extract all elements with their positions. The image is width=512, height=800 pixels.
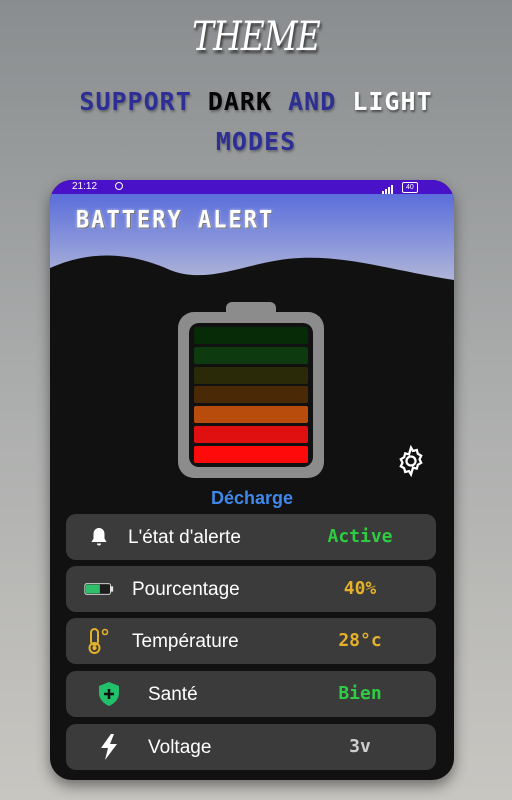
battery-cells xyxy=(189,323,313,467)
battery-cell xyxy=(194,327,308,344)
battery-cell xyxy=(194,366,308,384)
gear-icon xyxy=(399,444,423,478)
promo-subtitle: SUPPORT DARK AND LIGHT MODES xyxy=(40,82,472,162)
charge-status-label: Décharge xyxy=(210,488,294,508)
row-label: Santé xyxy=(148,684,198,705)
thermometer-icon xyxy=(84,626,114,656)
row-value: Active xyxy=(327,526,393,547)
promo-word-light: LIGHT xyxy=(352,87,433,116)
row-label: Pourcentage xyxy=(132,579,240,600)
phone-screen: 21:12 40 BATTERY ALERT Décharge L'état d… xyxy=(50,180,454,780)
lightning-icon xyxy=(94,732,124,762)
row-label: Température xyxy=(132,631,239,652)
promo-word-dark: DARK xyxy=(207,87,273,116)
battery-icon xyxy=(84,574,114,604)
row-label: L'état d'alerte xyxy=(128,527,241,548)
promo-word-support: SUPPORT xyxy=(79,87,192,116)
row-health[interactable]: Santé Bien xyxy=(66,671,436,717)
app-title: BATTERY ALERT xyxy=(76,206,275,235)
status-battery-badge: 40 xyxy=(402,182,418,193)
row-value: 28°c xyxy=(338,630,382,651)
sync-icon xyxy=(115,182,123,190)
battery-graphic xyxy=(178,302,324,478)
promo-word-modes: MODES xyxy=(215,127,297,156)
header-wave xyxy=(50,255,454,310)
signal-icon xyxy=(382,183,396,194)
row-label: Voltage xyxy=(148,737,212,758)
status-time: 21:12 xyxy=(72,181,98,192)
battery-cell xyxy=(194,426,308,444)
battery-cell xyxy=(194,406,308,424)
row-temperature[interactable]: Température 28°c xyxy=(66,618,436,664)
row-percentage[interactable]: Pourcentage 40% xyxy=(66,566,436,612)
row-value: 40% xyxy=(343,578,377,599)
row-value: 3v xyxy=(349,736,371,757)
promo-title: THEME xyxy=(192,14,321,60)
shield-plus-icon xyxy=(94,679,124,709)
row-voltage[interactable]: Voltage 3v xyxy=(66,724,436,770)
row-value: Bien xyxy=(338,683,382,704)
status-bar: 21:12 40 xyxy=(50,180,454,194)
battery-body xyxy=(178,312,324,478)
battery-cell xyxy=(194,445,308,463)
battery-cell xyxy=(194,386,308,404)
bell-icon xyxy=(84,522,114,552)
settings-button[interactable] xyxy=(394,444,428,478)
row-alert-state[interactable]: L'état d'alerte Active xyxy=(66,514,436,560)
promo-word-and: AND xyxy=(288,87,337,116)
battery-cell xyxy=(194,346,308,364)
